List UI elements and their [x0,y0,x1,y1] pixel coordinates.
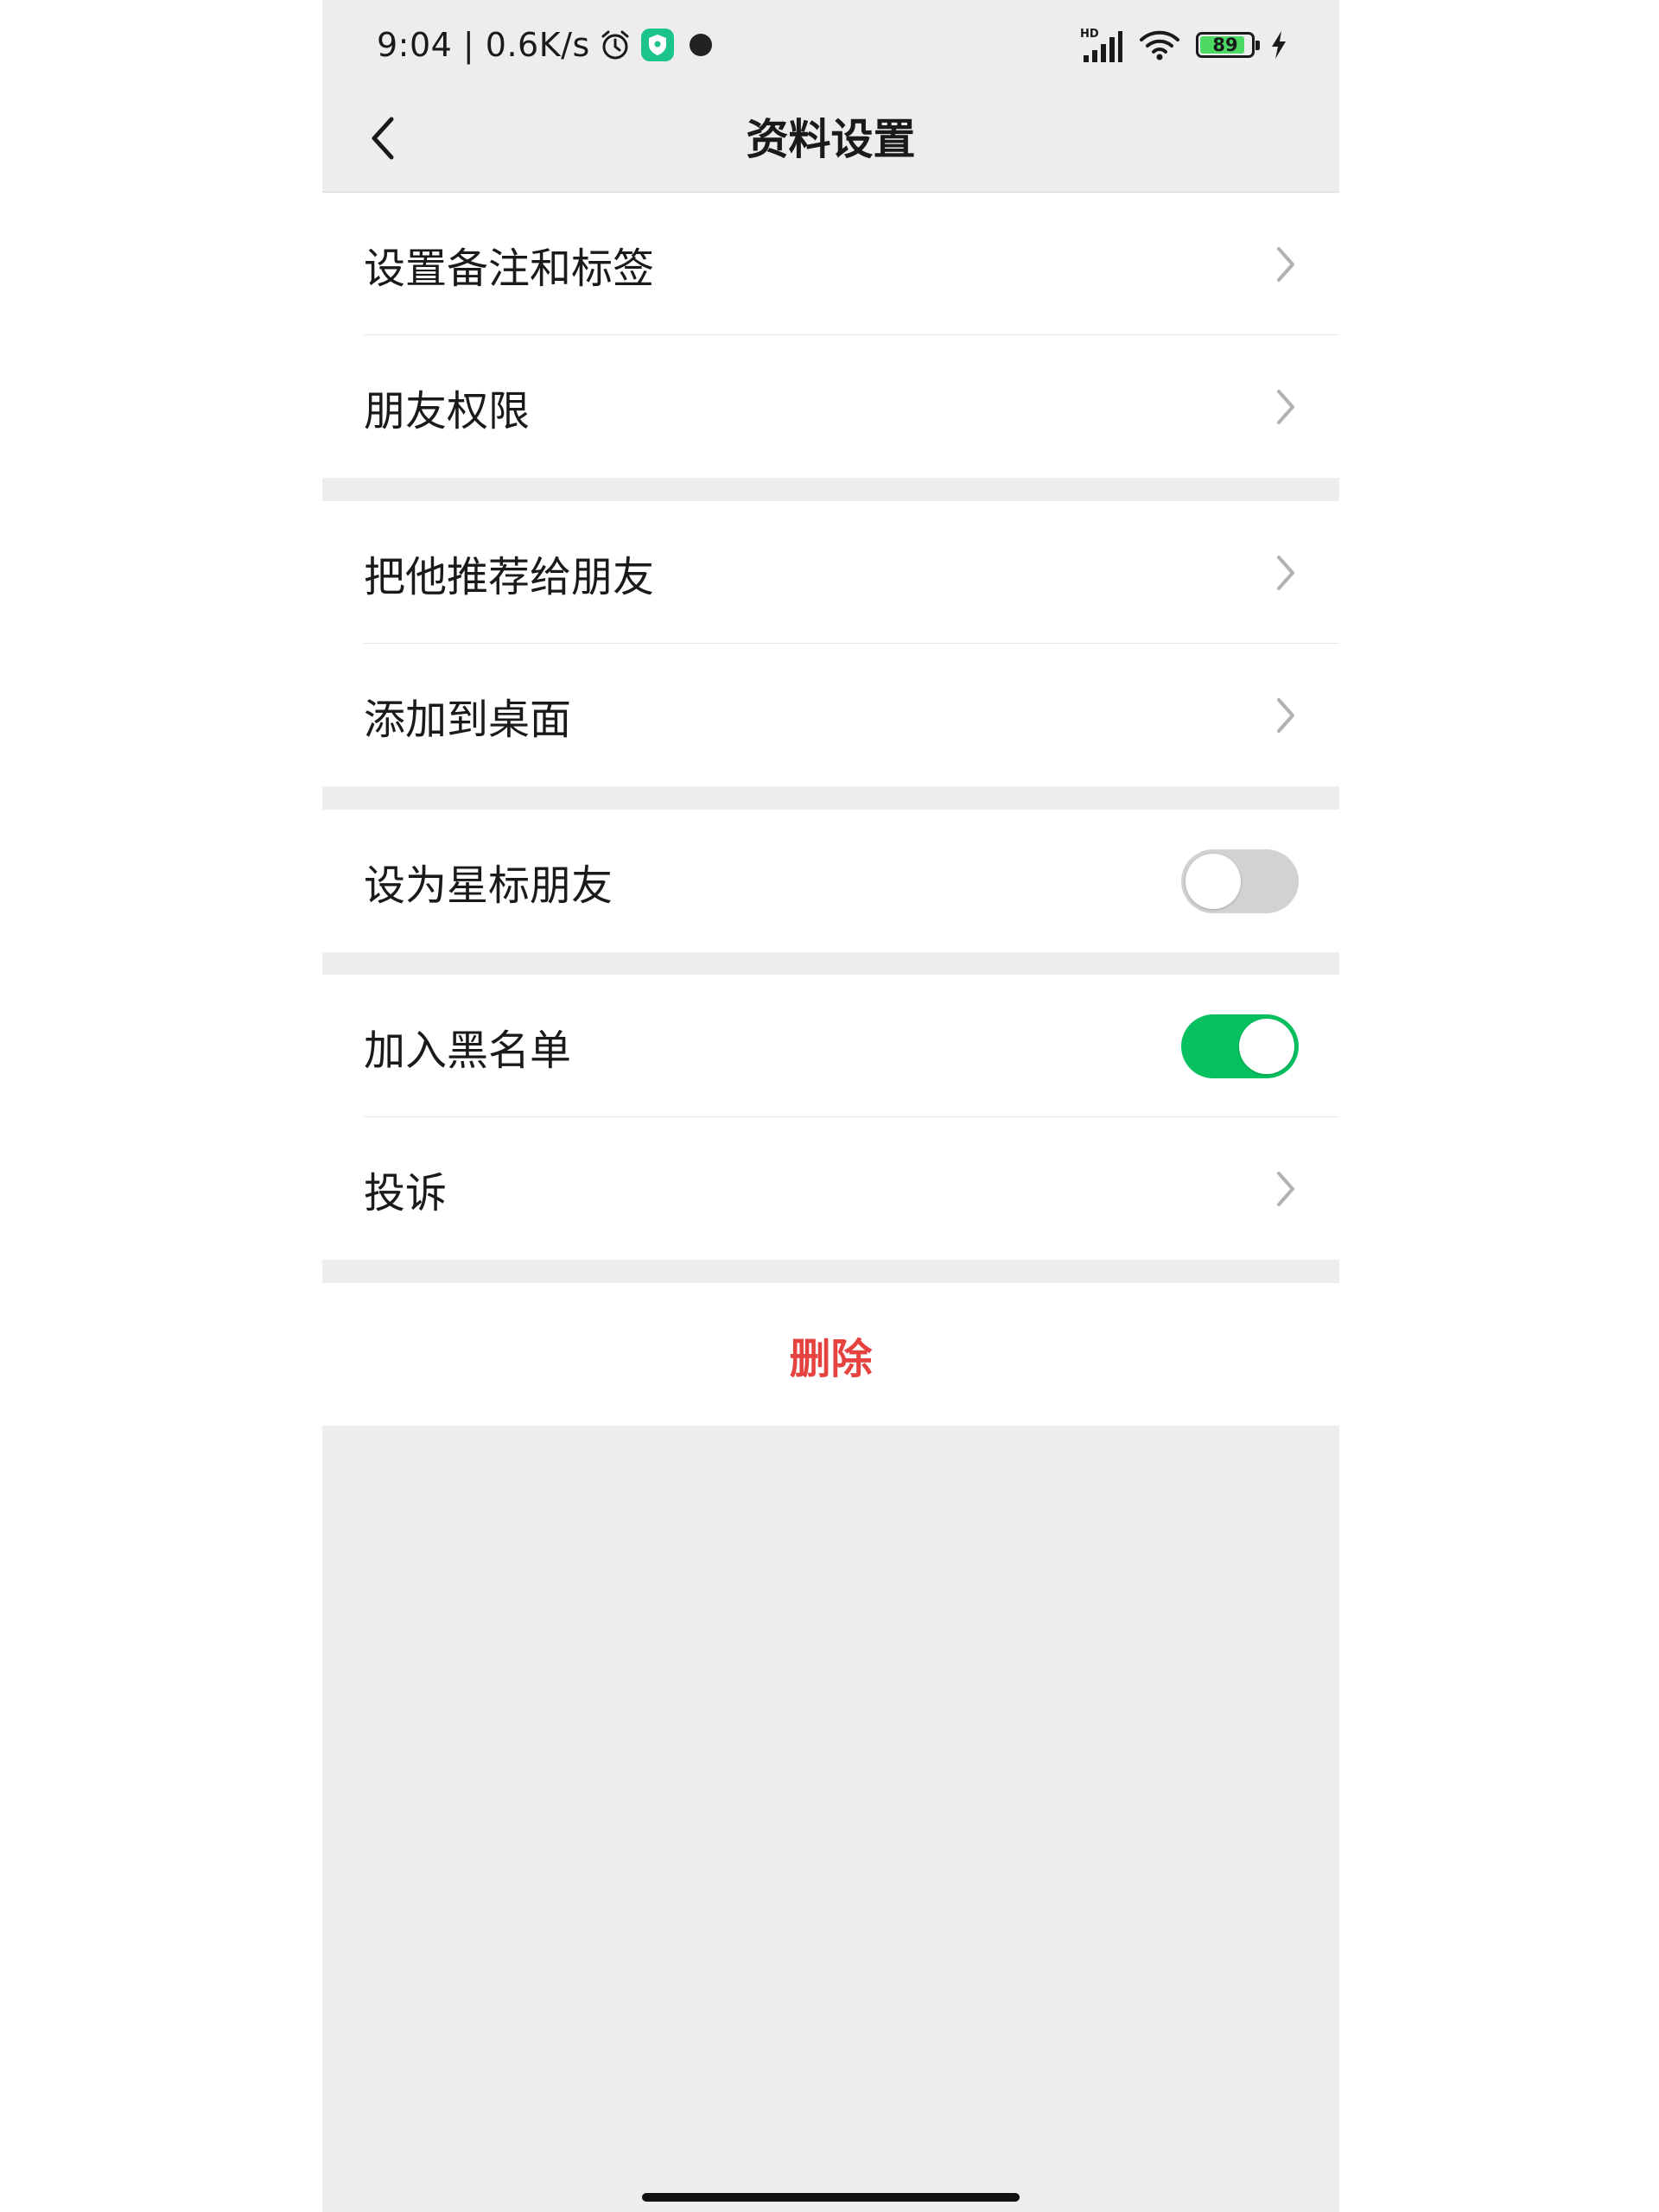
settings-group-share: 把他推荐给朋友 添加到桌面 [322,501,1339,786]
status-right: HD 89 [1080,26,1287,64]
toggle-knob [1185,853,1241,909]
chevron-right-icon [1270,242,1301,287]
chevron-right-icon [1270,1166,1301,1211]
nav-bar: 资料设置 [322,86,1339,193]
row-blacklist: 加入黑名单 [322,975,1339,1117]
row-remark-and-tags[interactable]: 设置备注和标签 [322,193,1339,335]
row-recommend-to-friend[interactable]: 把他推荐给朋友 [322,501,1339,644]
record-dot-icon [683,28,718,62]
row-label: 加入黑名单 [364,1026,572,1075]
row-friend-permissions[interactable]: 朋友权限 [322,335,1339,478]
wifi-icon [1139,28,1180,62]
phone-screen: 9:04 | 0.6K/s HD 89 资料设置 设置备注和标签 朋友权限 把他… [322,0,1339,2212]
page-title: 资料设置 [746,115,916,164]
signal-icon: HD [1080,26,1123,64]
status-bar: 9:04 | 0.6K/s HD 89 [322,0,1339,86]
settings-group-block: 加入黑名单 投诉 [322,975,1339,1260]
chevron-right-icon [1270,550,1301,595]
shield-app-icon [640,28,675,62]
row-label: 设置备注和标签 [364,244,655,293]
home-indicator[interactable] [642,2193,1020,2202]
battery-cap [1255,41,1260,50]
row-label: 朋友权限 [364,386,531,435]
star-friend-toggle[interactable] [1181,849,1299,913]
network-badge: HD [1080,28,1099,41]
charging-icon [1270,30,1287,60]
row-complaint[interactable]: 投诉 [322,1117,1339,1260]
row-star-friend: 设为星标朋友 [322,810,1339,952]
alarm-icon [599,29,632,61]
settings-group-remark-permissions: 设置备注和标签 朋友权限 [322,193,1339,478]
delete-button[interactable]: 删除 [322,1283,1339,1426]
chevron-right-icon [1270,385,1301,429]
battery-level: 89 [1212,35,1238,55]
blacklist-toggle[interactable] [1181,1014,1299,1078]
row-label: 把他推荐给朋友 [364,552,655,601]
chevron-right-icon [1270,693,1301,738]
status-time-speed: 9:04 | 0.6K/s [377,26,590,64]
row-add-to-desktop[interactable]: 添加到桌面 [322,644,1339,786]
row-label: 添加到桌面 [364,695,572,744]
status-left: 9:04 | 0.6K/s [377,24,718,66]
toggle-knob [1239,1018,1294,1074]
row-label: 设为星标朋友 [364,861,613,910]
row-label: 投诉 [364,1168,448,1217]
battery-icon: 89 [1196,32,1260,58]
settings-group-star: 设为星标朋友 [322,810,1339,952]
